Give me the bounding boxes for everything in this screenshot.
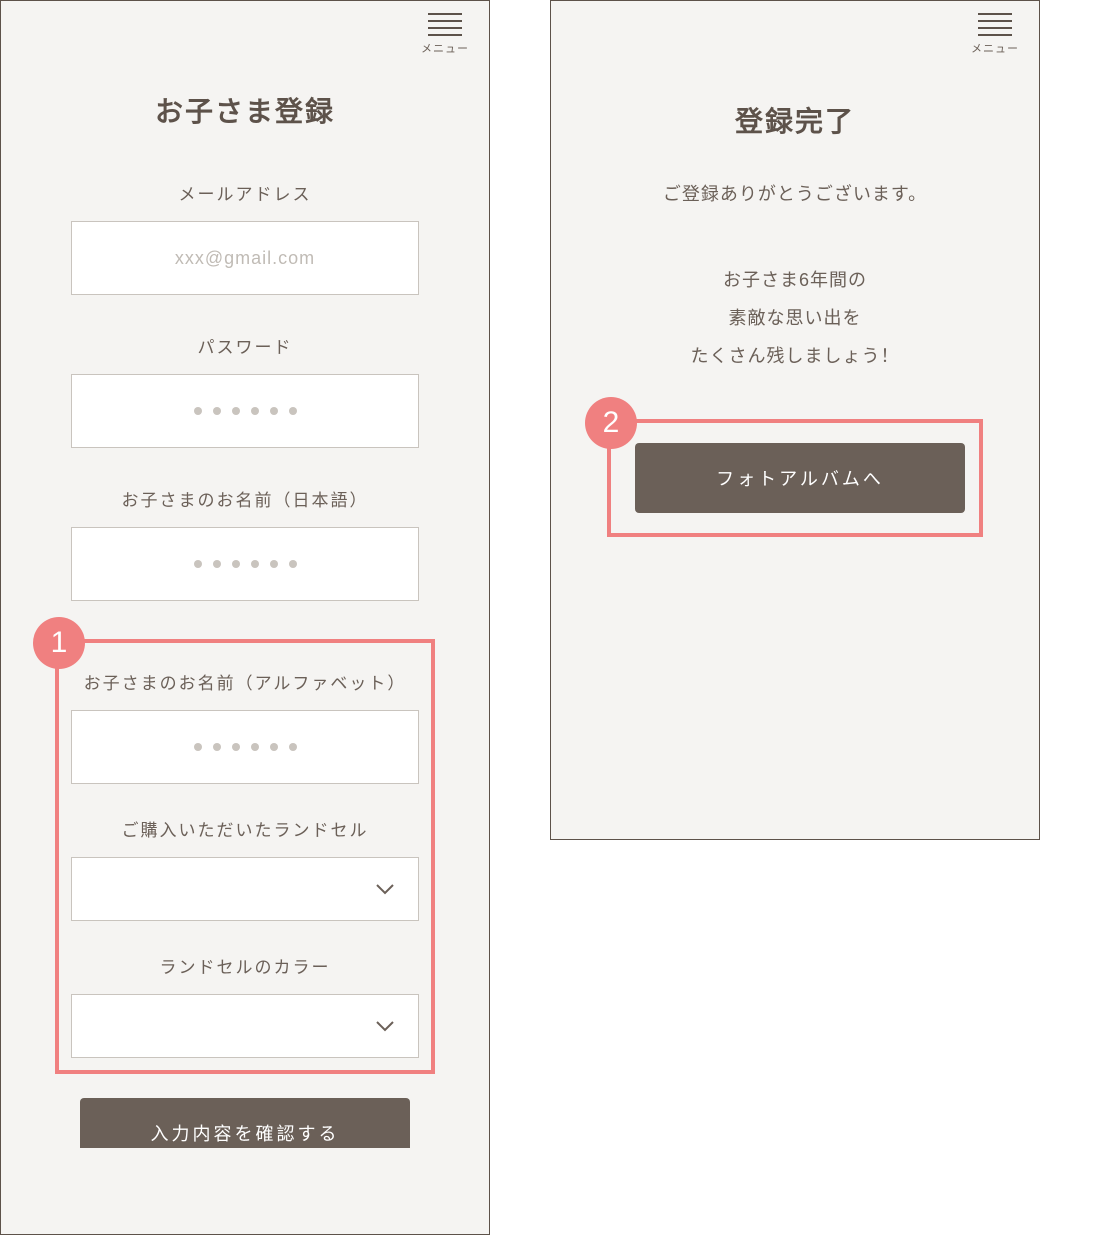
password-input[interactable] [71,374,419,448]
completion-screen: メニュー 登録完了 ご登録ありがとうございます。 お子さま6年間の 素敵な思い出… [550,0,1040,840]
page-title: 登録完了 [611,100,979,140]
header: メニュー [551,1,1039,60]
color-label: ランドセルのカラー [71,953,419,978]
password-group: パスワード [71,333,419,448]
confirm-button[interactable]: 入力内容を確認する [80,1098,410,1148]
email-group: メールアドレス [71,180,419,295]
color-select[interactable] [71,994,419,1058]
menu-label: メニュー [421,40,469,56]
name-en-input[interactable] [71,710,419,784]
name-jp-input[interactable] [71,527,419,601]
menu-button[interactable]: メニュー [421,13,469,56]
highlight-section-1: 1 お子さまのお名前（アルファベット） ご購入いただいたランドセル ランドセルの… [55,639,435,1074]
password-label: パスワード [71,333,419,358]
registration-content: お子さま登録 メールアドレス パスワード お子さまのお名前（日本語） 1 お子さ… [1,60,489,1168]
product-label: ご購入いただいたランドセル [71,816,419,841]
hamburger-icon [978,13,1012,36]
completion-content: 登録完了 ご登録ありがとうございます。 お子さま6年間の 素敵な思い出を たくさ… [551,60,1039,557]
hamburger-icon [428,13,462,36]
thanks-message: ご登録ありがとうございます。 [611,180,979,206]
chevron-down-icon [376,884,394,895]
promo-message: お子さま6年間の 素敵な思い出を たくさん残しましょう！ [611,262,979,375]
photo-album-button[interactable]: フォトアルバムへ [635,443,965,513]
email-label: メールアドレス [71,180,419,205]
promo-line-1: お子さま6年間の [723,270,867,290]
registration-screen: メニュー お子さま登録 メールアドレス パスワード お子さまのお名前（日本語） … [0,0,490,1235]
chevron-down-icon [376,1021,394,1032]
highlight-section-2: 2 フォトアルバムへ [607,419,983,537]
name-jp-group: お子さまのお名前（日本語） [71,486,419,601]
promo-line-3: たくさん残しましょう！ [691,346,900,366]
badge-2: 2 [585,397,637,449]
menu-button[interactable]: メニュー [971,13,1019,56]
color-group: ランドセルのカラー [71,953,419,1058]
name-en-label: お子さまのお名前（アルファベット） [71,669,419,694]
page-title: お子さま登録 [71,90,419,130]
header: メニュー [1,1,489,60]
product-group: ご購入いただいたランドセル [71,816,419,921]
email-input[interactable] [71,221,419,295]
name-en-group: お子さまのお名前（アルファベット） [71,669,419,784]
badge-1: 1 [33,617,85,669]
menu-label: メニュー [971,40,1019,56]
name-jp-label: お子さまのお名前（日本語） [71,486,419,511]
product-select[interactable] [71,857,419,921]
promo-line-2: 素敵な思い出を [729,308,862,328]
